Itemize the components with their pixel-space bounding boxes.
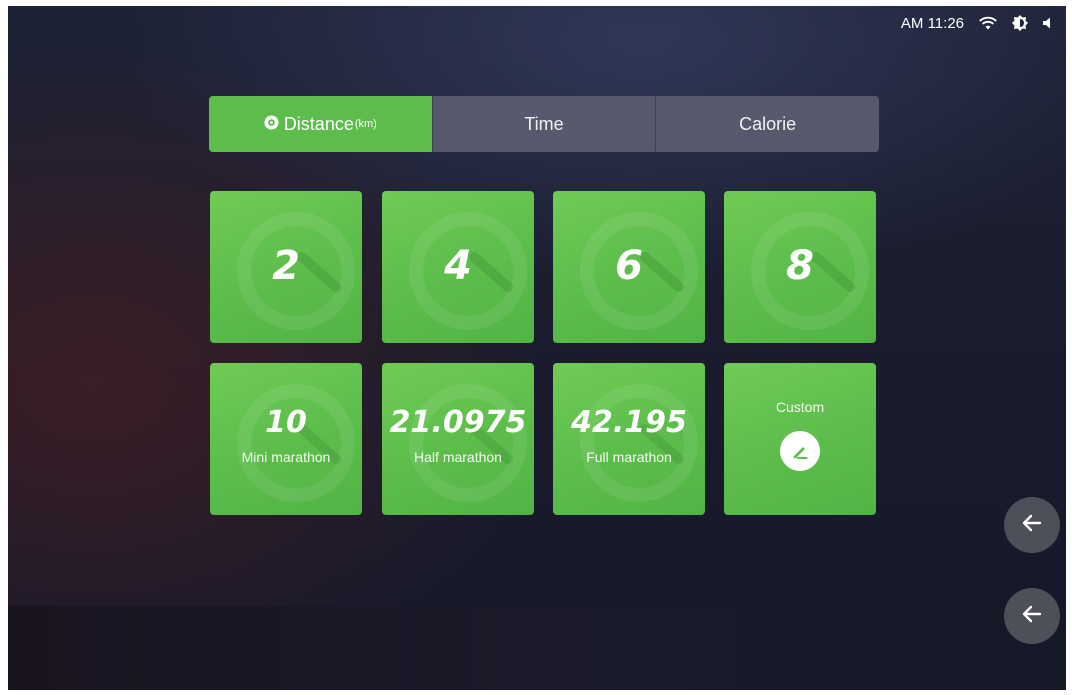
lower-overlay-band: [8, 606, 1066, 690]
wifi-icon: [978, 15, 998, 31]
tab-time-label: Time: [524, 113, 564, 134]
preset-tile-half-marathon[interactable]: 21.0975 Half marathon: [382, 363, 534, 515]
preset-tile-full-marathon[interactable]: 42.195 Full marathon: [553, 363, 705, 515]
preset-value: 6: [615, 243, 643, 289]
edit-pencil-icon[interactable]: [780, 431, 820, 471]
tab-calorie-label: Calorie: [739, 113, 797, 134]
tab-calorie[interactable]: Calorie: [655, 96, 879, 152]
status-time: AM 11:26: [900, 14, 964, 32]
mode-tabs: Distance (km) Time Calorie: [209, 96, 879, 152]
tab-distance[interactable]: Distance (km): [209, 96, 432, 152]
preset-label: Full marathon: [586, 449, 672, 465]
back-button-secondary[interactable]: [1004, 588, 1060, 644]
preset-value: 4: [444, 243, 472, 289]
custom-label: Custom: [775, 399, 825, 415]
arrow-left-icon: [1020, 602, 1044, 631]
preset-value: 2: [272, 243, 300, 289]
preset-value: 8: [786, 243, 814, 289]
tab-time[interactable]: Time: [431, 96, 656, 152]
tab-distance-unit: (km): [354, 118, 377, 130]
custom-tile[interactable]: Custom: [724, 363, 876, 515]
preset-value: 21.0975: [389, 405, 527, 440]
volume-icon: [1042, 16, 1054, 30]
screen: AM 11:26 Distance (km) Time Calorie 2 4 …: [8, 6, 1066, 690]
preset-label: Half marathon: [414, 449, 502, 465]
preset-value: 10: [265, 405, 307, 440]
status-bar: AM 11:26: [901, 12, 1054, 34]
arrow-left-icon: [1020, 511, 1044, 540]
preset-tile-6[interactable]: 6: [553, 191, 705, 343]
brightness-icon: [1012, 15, 1028, 31]
preset-label: Mini marathon: [241, 449, 331, 465]
preset-tile-mini-marathon[interactable]: 10 Mini marathon: [210, 363, 362, 515]
back-button[interactable]: [1004, 497, 1060, 553]
preset-tile-2[interactable]: 2: [210, 191, 362, 343]
preset-grid: 2 4 6 8 10 Mini marathon 21.0975 Half ma…: [210, 191, 878, 515]
preset-value: 42.195: [571, 405, 687, 440]
preset-tile-8[interactable]: 8: [724, 191, 876, 343]
target-icon: [264, 114, 284, 135]
tab-distance-label: Distance: [283, 113, 354, 134]
preset-tile-4[interactable]: 4: [382, 191, 534, 343]
